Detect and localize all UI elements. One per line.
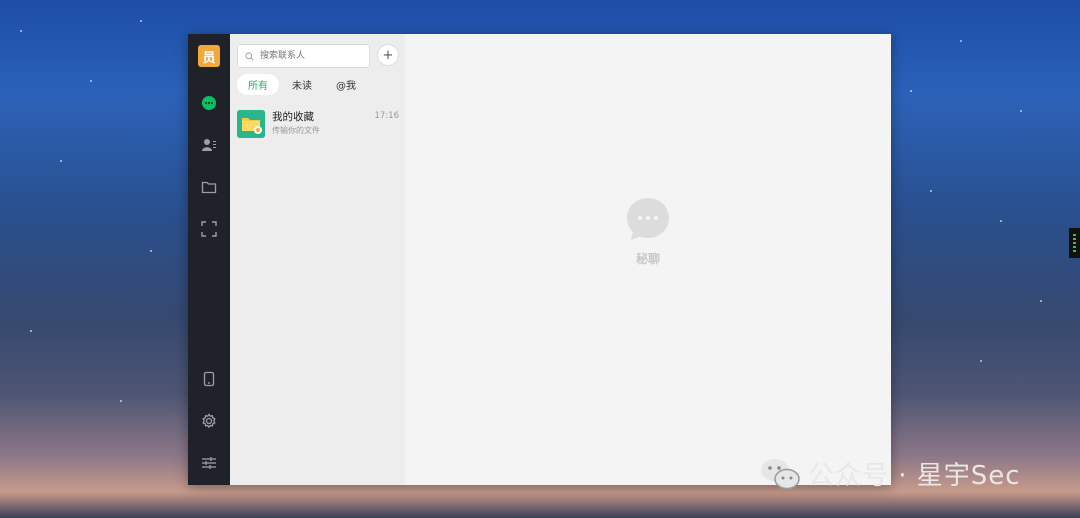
sliders-icon[interactable] <box>200 454 218 472</box>
main-panel: 秘聊 <box>405 34 891 485</box>
search-box[interactable] <box>237 44 370 68</box>
folder-thumbnail-icon <box>237 110 265 138</box>
app-window: 员 + 所有 未读 <box>188 34 891 485</box>
chat-time: 17:16 <box>374 111 400 121</box>
list-item[interactable]: 我的收藏 传输你的文件 17:16 <box>230 106 405 144</box>
watermark: 公众号 · 星宇Sec <box>760 455 1021 492</box>
sidebar: 员 <box>188 34 230 485</box>
wechat-logo-icon <box>761 458 800 489</box>
chat-bubble-placeholder-icon <box>627 198 669 240</box>
search-icon <box>245 51 254 60</box>
tab-unread[interactable]: 未读 <box>281 74 323 95</box>
phone-icon[interactable] <box>200 370 218 388</box>
settings-icon[interactable] <box>200 412 218 430</box>
chat-title: 我的收藏 <box>272 111 314 123</box>
watermark-text: 公众号 · 星宇Sec <box>808 461 1021 491</box>
empty-state: 秘聊 <box>625 196 671 267</box>
scan-frame-icon[interactable] <box>200 220 218 238</box>
add-button[interactable]: + <box>377 44 399 66</box>
contacts-icon[interactable] <box>200 136 218 154</box>
chat-bubble-icon[interactable] <box>200 94 218 112</box>
side-indicator <box>1069 228 1080 258</box>
plus-icon: + <box>382 47 394 63</box>
tab-mentions[interactable]: @我 <box>325 74 367 95</box>
tab-all[interactable]: 所有 <box>237 74 279 95</box>
empty-state-label: 秘聊 <box>635 252 660 266</box>
filter-tabs: 所有 未读 @我 <box>237 74 367 95</box>
conversation-list-pane: + 所有 未读 @我 我的收藏 传输你的文件 17:16 <box>230 34 405 485</box>
avatar[interactable]: 员 <box>198 45 220 67</box>
search-input[interactable] <box>258 50 362 62</box>
folder-icon[interactable] <box>200 178 218 196</box>
chat-subtitle: 传输你的文件 <box>272 126 320 135</box>
